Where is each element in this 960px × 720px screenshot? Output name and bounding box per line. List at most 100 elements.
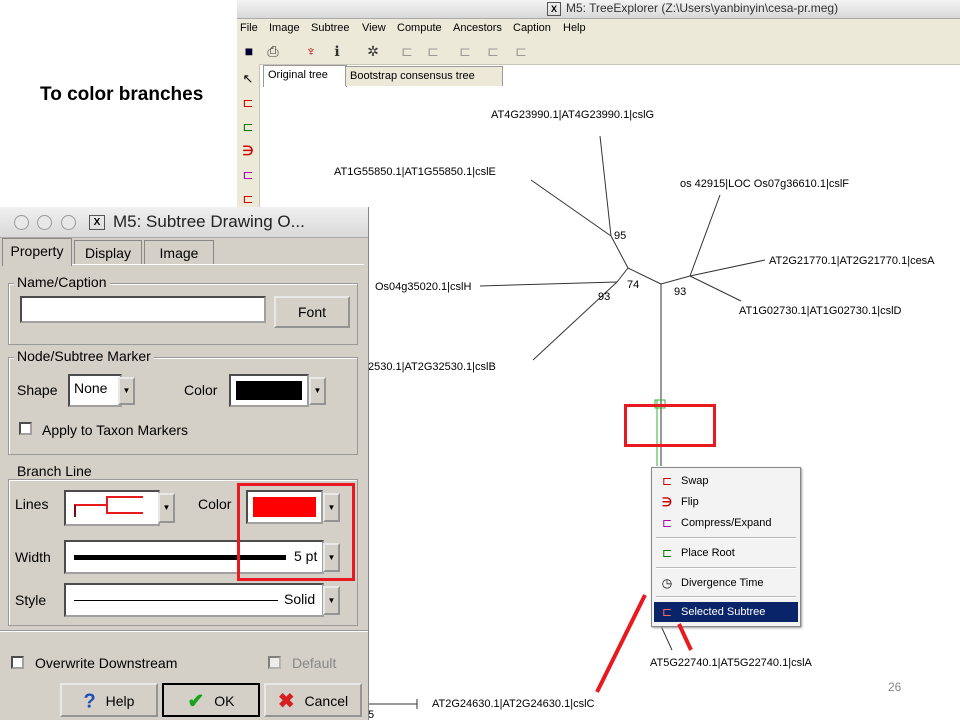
default-label: Default bbox=[292, 655, 337, 671]
flip-icon: ∋ bbox=[661, 495, 673, 509]
menu-caption[interactable]: Caption bbox=[513, 22, 551, 34]
branch-csle[interactable] bbox=[530, 179, 612, 237]
lines-dropdown-icon[interactable]: ▼ bbox=[158, 493, 175, 523]
marker-color-dropdown-icon[interactable]: ▼ bbox=[309, 377, 326, 405]
menu-ancestors[interactable]: Ancestors bbox=[453, 22, 502, 34]
highlight-selected-branch bbox=[624, 404, 716, 447]
menu-help[interactable]: Help bbox=[563, 22, 586, 34]
place-root-tool-icon[interactable]: ⊏ bbox=[238, 116, 258, 138]
x11-icon: X bbox=[547, 2, 561, 16]
swap-tool-icon[interactable]: ⊏ bbox=[238, 92, 258, 114]
menu-file[interactable]: File bbox=[240, 22, 258, 34]
marker-group-label: Node/Subtree Marker bbox=[14, 348, 154, 364]
branch-inner-root-a[interactable] bbox=[627, 267, 662, 285]
menu-item-flip[interactable]: ∋ Flip bbox=[654, 492, 798, 512]
branch-cslg-csle[interactable] bbox=[610, 235, 629, 269]
lines-select[interactable] bbox=[64, 490, 160, 526]
menu-separator bbox=[656, 537, 796, 539]
branch-cslf[interactable] bbox=[689, 194, 721, 277]
taxon-label-cslf[interactable]: os 42915|LOC Os07g36610.1|cslF bbox=[680, 178, 849, 190]
zoom-window-icon[interactable] bbox=[61, 215, 76, 230]
tab-image[interactable]: Image bbox=[144, 240, 214, 265]
cancel-label: Cancel bbox=[304, 693, 349, 710]
menu-item-label: Selected Subtree bbox=[681, 606, 766, 618]
name-caption-input[interactable] bbox=[20, 296, 266, 323]
tab-original-tree[interactable]: Original tree bbox=[263, 65, 347, 87]
slanted-tree-icon[interactable]: ⊏ bbox=[423, 41, 443, 61]
print-icon[interactable]: ⎙ bbox=[263, 41, 283, 61]
cancel-button[interactable]: ✖ Cancel bbox=[264, 683, 362, 717]
taxon-label-csle[interactable]: AT1G55850.1|AT1G55850.1|cslE bbox=[334, 166, 496, 178]
overwrite-downstream-checkbox[interactable] bbox=[11, 656, 24, 669]
bootstrap-93-right: 93 bbox=[674, 286, 686, 298]
menu-item-label: Swap bbox=[681, 475, 709, 487]
taxon-label-csla[interactable]: AT5G22740.1|AT5G22740.1|cslA bbox=[650, 657, 813, 669]
menu-item-compress-expand[interactable]: ⊏ Compress/Expand bbox=[654, 513, 798, 533]
save-icon[interactable]: ■ bbox=[239, 41, 259, 61]
style-dropdown-icon[interactable]: ▼ bbox=[323, 586, 340, 615]
rect-tree-icon[interactable]: ⊏ bbox=[397, 41, 417, 61]
minimize-window-icon[interactable] bbox=[37, 215, 52, 230]
font-button[interactable]: Font bbox=[274, 296, 350, 328]
compress-expand-icon: ⊏ bbox=[661, 516, 673, 530]
default-checkbox[interactable] bbox=[268, 656, 281, 669]
flip-tool-icon[interactable]: ∋ bbox=[238, 140, 258, 162]
main-menubar: File Image Subtree View Compute Ancestor… bbox=[237, 19, 960, 38]
menu-image[interactable]: Image bbox=[269, 22, 300, 34]
tab-bootstrap-consensus[interactable]: Bootstrap consensus tree bbox=[345, 66, 503, 86]
radiation-icon[interactable]: ✲ bbox=[363, 41, 383, 61]
shape-select[interactable]: None bbox=[68, 374, 122, 407]
swap-icon: ⊏ bbox=[661, 474, 673, 488]
menu-item-selected-subtree[interactable]: ⊏ Selected Subtree bbox=[654, 602, 798, 622]
branch-cesa[interactable] bbox=[689, 259, 766, 277]
topology-icon[interactable]: ⊏ bbox=[511, 41, 531, 61]
radial-tree-icon[interactable]: ⊏ bbox=[483, 41, 503, 61]
menu-subtree[interactable]: Subtree bbox=[311, 22, 350, 34]
marker-color-swatch bbox=[236, 381, 302, 400]
pointer-icon[interactable]: ↖ bbox=[238, 68, 258, 90]
apply-taxon-markers-checkbox[interactable] bbox=[19, 422, 32, 435]
x11-icon: X bbox=[89, 215, 105, 230]
slide-number: 26 bbox=[888, 680, 902, 694]
menu-view[interactable]: View bbox=[362, 22, 386, 34]
close-window-icon[interactable] bbox=[14, 215, 29, 230]
menu-item-divergence-time[interactable]: ◷ Divergence Time bbox=[654, 573, 798, 593]
branch-line-label: Branch Line bbox=[14, 463, 95, 479]
branch-cslg[interactable] bbox=[599, 135, 612, 237]
branch-csla[interactable] bbox=[660, 625, 673, 651]
menu-item-place-root[interactable]: ⊏ Place Root bbox=[654, 543, 798, 563]
circle-tree-icon[interactable]: ⊏ bbox=[455, 41, 475, 61]
compress-tool-icon[interactable]: ⊏ bbox=[238, 164, 258, 186]
menu-compute[interactable]: Compute bbox=[397, 22, 442, 34]
branch-csld[interactable] bbox=[689, 275, 742, 302]
menu-item-swap[interactable]: ⊏ Swap bbox=[654, 471, 798, 491]
taxon-label-cslb[interactable]: 2530.1|AT2G32530.1|cslB bbox=[368, 361, 496, 373]
root-icon[interactable]: ♆ bbox=[301, 41, 321, 61]
subtree-lines-icon bbox=[74, 496, 143, 517]
marker-color-select[interactable] bbox=[229, 374, 309, 407]
help-label: Help bbox=[105, 693, 135, 710]
style-select[interactable]: Solid bbox=[64, 583, 324, 617]
branch-inner-root-b[interactable] bbox=[660, 275, 691, 285]
taxon-label-csld[interactable]: AT1G02730.1|AT1G02730.1|cslD bbox=[739, 305, 902, 317]
taxon-label-cslh[interactable]: Os04g35020.1|cslH bbox=[375, 281, 471, 293]
menu-item-label: Place Root bbox=[681, 547, 735, 559]
branch-cslh[interactable] bbox=[479, 281, 618, 287]
shape-dropdown-icon[interactable]: ▼ bbox=[118, 377, 135, 405]
menu-separator bbox=[656, 596, 796, 598]
taxon-label-cesa[interactable]: AT2G21770.1|AT2G21770.1|cesA bbox=[769, 255, 935, 267]
tab-display[interactable]: Display bbox=[74, 240, 142, 265]
branch-inner-a[interactable] bbox=[616, 267, 629, 283]
help-button[interactable]: ? Help bbox=[60, 683, 158, 717]
ok-button[interactable]: ✔ OK bbox=[162, 683, 260, 717]
dialog-title: M5: Subtree Drawing O... bbox=[113, 212, 305, 231]
tab-property[interactable]: Property bbox=[2, 238, 72, 266]
info-icon[interactable]: ℹ bbox=[327, 41, 347, 61]
width-label: Width bbox=[15, 549, 51, 565]
style-preview-line bbox=[74, 600, 278, 601]
branch-cslb[interactable] bbox=[532, 281, 618, 361]
shape-label: Shape bbox=[17, 382, 58, 398]
taxon-label-cslg[interactable]: AT4G23990.1|AT4G23990.1|cslG bbox=[491, 109, 654, 121]
overwrite-downstream-label: Overwrite Downstream bbox=[35, 655, 178, 671]
taxon-label-cslc[interactable]: AT2G24630.1|AT2G24630.1|cslC bbox=[432, 698, 595, 710]
